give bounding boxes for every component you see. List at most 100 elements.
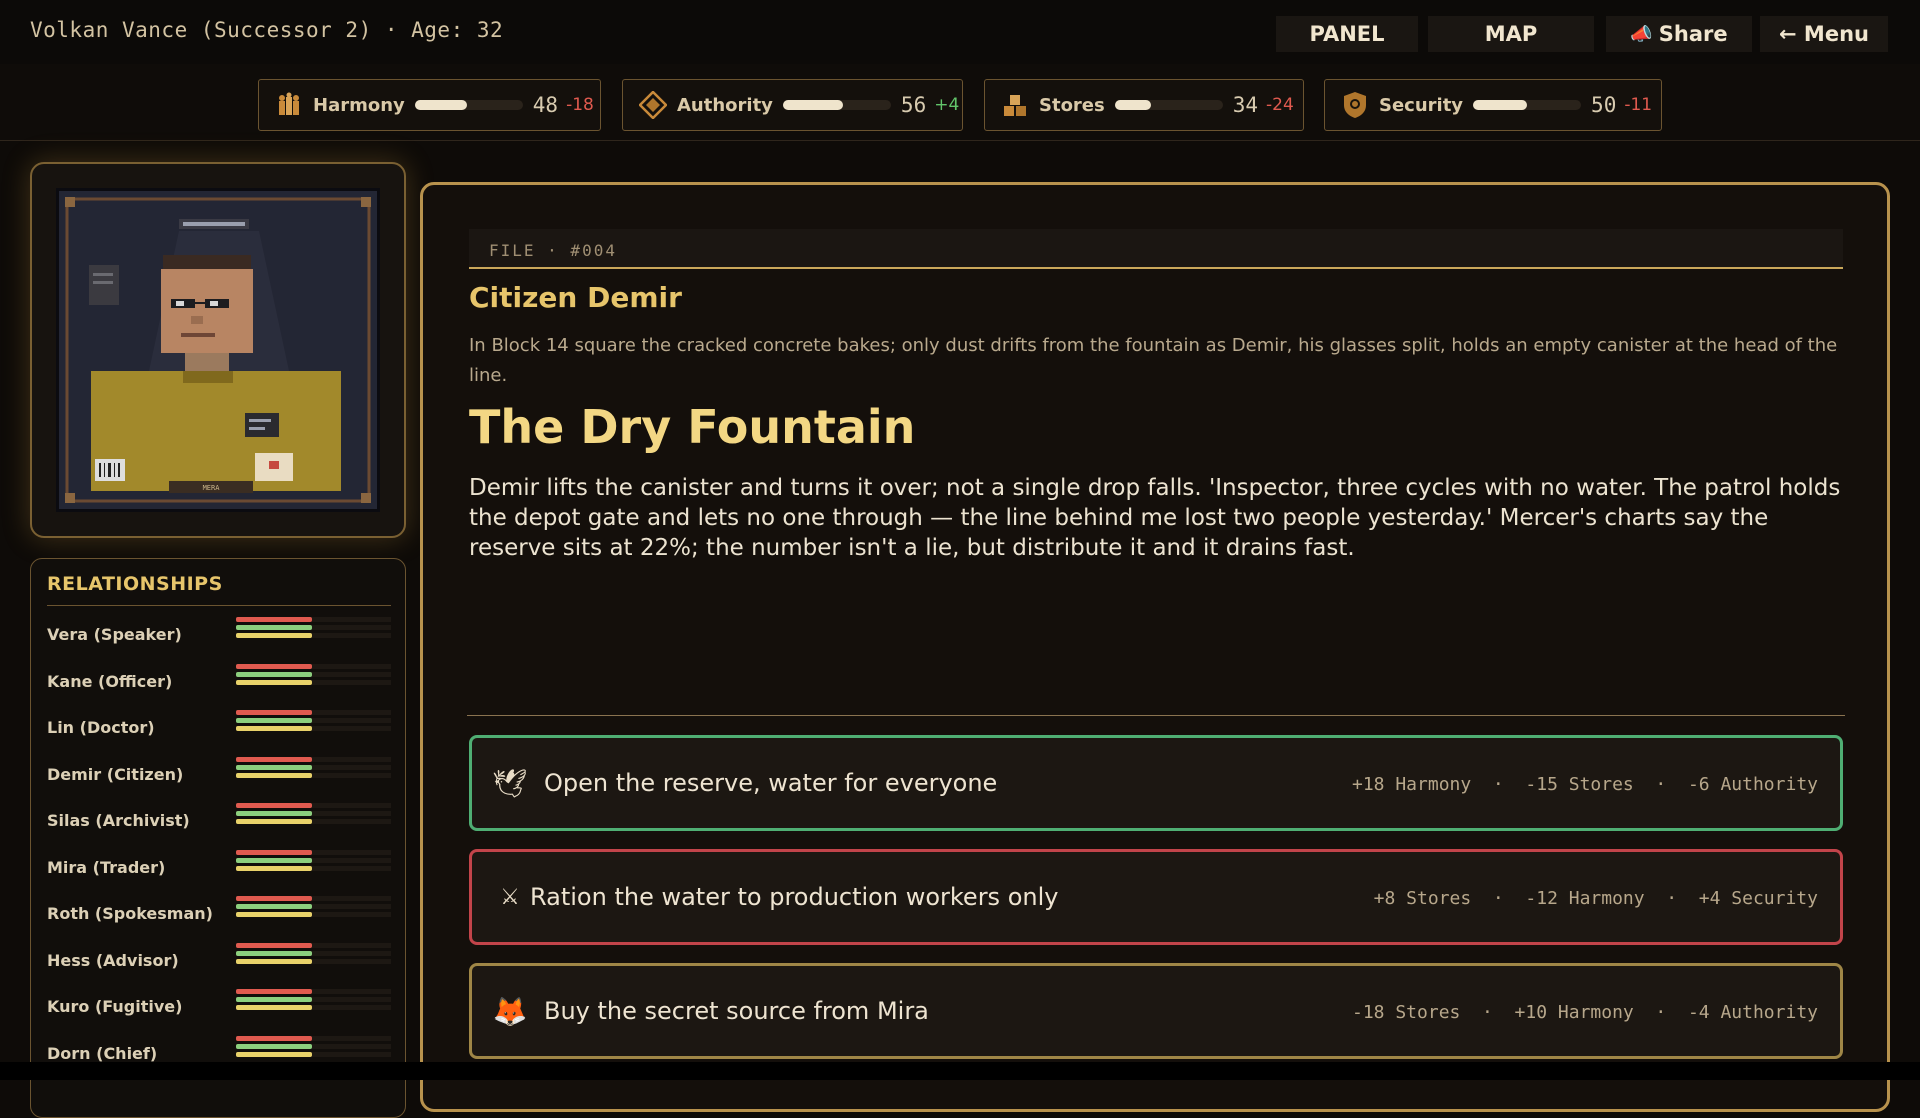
file-tag: FILE · #004 — [489, 241, 617, 260]
relationship-bar — [236, 912, 312, 917]
stat-value: 56 — [900, 93, 927, 117]
relationship-bar — [236, 942, 312, 948]
stat-stores: Stores 34 -24 — [984, 79, 1304, 131]
relationship-bar — [236, 671, 312, 677]
stat-track — [414, 100, 523, 110]
bottom-black-strip — [0, 1062, 1920, 1080]
share-button[interactable]: 📣 Share — [1606, 16, 1752, 52]
ruler-title: Volkan Vance (Successor 2) · Age: 32 — [30, 18, 504, 42]
relationship-row: Kuro (Fugitive) — [47, 989, 397, 1029]
stat-value: 34 — [1232, 93, 1259, 117]
stat-value: 50 — [1591, 93, 1617, 117]
relationship-bar — [236, 857, 312, 863]
stat-track — [1473, 100, 1582, 110]
relationship-name: Kuro (Fugitive) — [47, 997, 183, 1016]
people-icon — [275, 91, 303, 119]
stat-value: 48 — [532, 93, 559, 117]
choices-divider — [467, 715, 1845, 716]
relationship-bar — [236, 819, 312, 824]
relationship-row: Hess (Advisor) — [47, 942, 397, 983]
event-body: Demir lifts the canister and turns it ov… — [469, 475, 1841, 561]
stat-fill — [414, 100, 467, 110]
relationship-row: Mira (Trader) — [47, 849, 397, 890]
stat-track — [1114, 100, 1223, 110]
relationship-bar — [236, 718, 312, 723]
choice-open-reserve[interactable]: 🕊 Open the reserve, water for everyone +… — [469, 735, 1843, 831]
dove-icon: 🕊 — [492, 766, 528, 800]
relationship-bar — [236, 904, 312, 909]
relationship-bar — [236, 633, 312, 638]
relationship-name: Kane (Officer) — [47, 671, 173, 691]
relationship-bar — [236, 663, 312, 669]
relationship-row: Demir (Citizen) — [47, 756, 397, 797]
relationships-title: RELATIONSHIPS — [47, 573, 223, 595]
choice-label: Buy the secret source from Mira — [544, 997, 929, 1025]
fox-icon: 🦊 — [492, 994, 528, 1028]
relationship-bar — [236, 625, 312, 630]
relationship-bar — [236, 950, 312, 956]
choice-label: Ration the water to production workers o… — [530, 883, 1059, 911]
relationship-name: Hess (Advisor) — [47, 950, 179, 970]
choice-ration-water[interactable]: ⚔ Ration the water to production workers… — [469, 849, 1843, 945]
relationship-row: Kane (Officer) — [47, 663, 397, 704]
relationship-bar — [236, 849, 312, 855]
panel-button[interactable]: PANEL — [1276, 16, 1418, 52]
stat-security: Security 50 -11 — [1324, 79, 1662, 131]
choice-effects: +8 Stores · -12 Harmony · +4 Security — [1373, 888, 1818, 909]
share-label: Share — [1658, 22, 1728, 46]
menu-button[interactable]: ← Menu — [1760, 16, 1888, 52]
relationship-name: Mira (Trader) — [47, 857, 166, 877]
relationship-row: Silas (Archivist) — [47, 803, 397, 843]
relationship-bar — [236, 811, 312, 816]
stat-delta: -24 — [1266, 95, 1294, 115]
top-bar: Volkan Vance (Successor 2) · Age: 32 PAN… — [0, 0, 1920, 65]
relationship-bar — [236, 896, 312, 901]
stat-fill — [1114, 100, 1152, 110]
relationship-name: Dorn (Chief) — [47, 1043, 158, 1063]
stat-fill — [782, 100, 844, 110]
relationship-name: Lin (Doctor) — [47, 718, 155, 737]
stat-track — [782, 100, 891, 110]
relationship-bar — [236, 756, 312, 762]
relationship-bar — [236, 1051, 312, 1057]
file-header: FILE · #004 — [469, 229, 1843, 269]
stats-bar: Harmony 48 -18 Authority 56 +4 Stores 34… — [0, 64, 1920, 141]
relationship-bar — [236, 989, 312, 994]
choice-effects: -18 Stores · +10 Harmony · -4 Authority — [1352, 1002, 1818, 1023]
relationship-bar — [236, 958, 312, 964]
portrait-image: MERA — [59, 191, 377, 509]
relationship-name: Vera (Speaker) — [47, 625, 182, 644]
relationship-bar — [236, 1005, 312, 1010]
stat-harmony: Harmony 48 -18 — [258, 79, 601, 131]
relationship-bar — [236, 710, 312, 715]
relationship-name: Roth (Spokesman) — [47, 904, 213, 923]
stat-delta: -11 — [1624, 95, 1653, 115]
relationship-name: Demir (Citizen) — [47, 764, 184, 784]
stat-fill — [1473, 100, 1528, 110]
relationship-bar — [236, 865, 312, 871]
swords-icon: ⚔ — [500, 884, 520, 910]
stat-label: Stores — [1039, 94, 1105, 116]
portrait-name-plate: MERA — [203, 484, 221, 492]
relationship-bar — [236, 726, 312, 731]
relationship-bar — [236, 997, 312, 1002]
crates-icon — [1001, 91, 1029, 119]
relationship-row: Lin (Doctor) — [47, 710, 397, 750]
stat-delta: -18 — [566, 95, 594, 115]
diamond-icon — [639, 91, 667, 119]
stat-authority: Authority 56 +4 — [622, 79, 963, 131]
relationship-name: Silas (Archivist) — [47, 811, 190, 830]
stat-delta: +4 — [934, 95, 960, 115]
map-button[interactable]: MAP — [1428, 16, 1594, 52]
relationships-divider — [47, 605, 391, 606]
relationship-bar — [236, 772, 312, 778]
stat-label: Harmony — [313, 94, 405, 116]
relationship-row: Vera (Speaker) — [47, 617, 397, 657]
megaphone-icon: 📣 — [1630, 23, 1653, 45]
relationship-bar — [236, 617, 312, 622]
shield-icon — [1341, 91, 1369, 119]
relationship-row: Roth (Spokesman) — [47, 896, 397, 936]
choice-buy-source[interactable]: 🦊 Buy the secret source from Mira -18 St… — [469, 963, 1843, 1059]
stat-label: Authority — [677, 94, 773, 116]
relationship-bar — [236, 803, 312, 808]
